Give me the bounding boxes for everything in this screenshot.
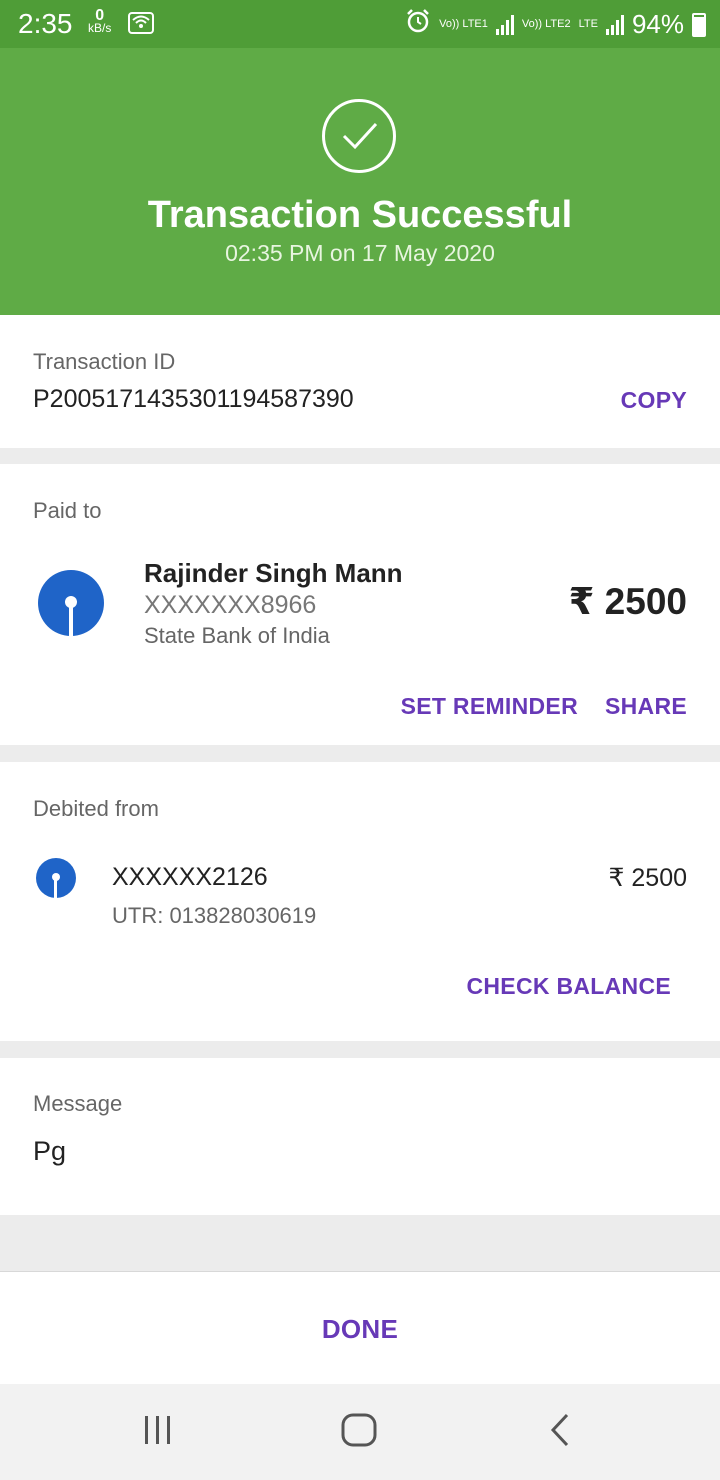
done-bar: DONE [0, 1271, 720, 1385]
transaction-id-label: Transaction ID [33, 349, 176, 374]
success-header: Transaction Successful 02:35 PM on 17 Ma… [0, 48, 720, 315]
signal-icon [495, 14, 514, 35]
check-circle-icon [322, 99, 396, 173]
system-nav-bar [0, 1384, 720, 1480]
set-reminder-button[interactable]: SET REMINDER [401, 693, 578, 720]
copy-button[interactable]: COPY [621, 387, 687, 414]
lte-label: LTE [578, 18, 598, 30]
status-bar: 2:35 0 kB/s Vo)) LTE1 Vo)) LTE2 LTE 94% [0, 0, 720, 48]
paid-amount: ₹ 2500 [568, 581, 687, 622]
status-icons: Vo)) LTE1 Vo)) LTE2 LTE 94% [405, 8, 706, 41]
back-icon[interactable] [548, 1412, 572, 1453]
status-time: 2:35 [18, 8, 73, 39]
home-icon[interactable] [340, 1412, 378, 1453]
paid-to-card: Paid to Rajinder Singh Mann XXXXXXX8966 … [0, 464, 720, 745]
message-text: Pg [33, 1136, 67, 1166]
debit-amount: ₹ 2500 [608, 864, 687, 892]
debit-account: XXXXXX2126 [112, 863, 268, 891]
sbi-logo-icon [38, 570, 104, 636]
alarm-icon [405, 8, 431, 41]
network-speed: 0 kB/s [88, 8, 112, 35]
recent-apps-icon[interactable] [142, 1414, 174, 1451]
payee-bank: State Bank of India [144, 623, 330, 648]
transaction-id-card: Transaction ID P2005171435301194587390 C… [0, 315, 720, 448]
transaction-id-value: P2005171435301194587390 [33, 385, 354, 413]
page-title: Transaction Successful [147, 194, 573, 236]
sbi-logo-icon [36, 858, 76, 898]
sim2-label: Vo)) LTE2 [521, 18, 571, 30]
payee-name: Rajinder Singh Mann [144, 558, 403, 588]
network-speed-unit: kB/s [88, 21, 112, 35]
signal-icon [605, 14, 624, 35]
share-button[interactable]: SHARE [605, 693, 687, 720]
wifi-icon [128, 12, 154, 34]
done-button[interactable]: DONE [0, 1314, 720, 1345]
message-label: Message [33, 1091, 123, 1116]
debited-from-card: Debited from XXXXXX2126 UTR: 01382803061… [0, 762, 720, 1041]
check-balance-button[interactable]: CHECK BALANCE [466, 973, 671, 1000]
battery-percent: 94% [631, 9, 684, 39]
battery-icon [692, 12, 706, 37]
debited-from-label: Debited from [33, 796, 159, 821]
message-card: Message Pg [0, 1058, 720, 1215]
transaction-datetime: 02:35 PM on 17 May 2020 [225, 240, 495, 266]
sim1-label: Vo)) LTE1 [439, 18, 488, 30]
payee-account: XXXXXXX8966 [144, 591, 317, 619]
paid-to-label: Paid to [33, 498, 102, 523]
utr-number: UTR: 013828030619 [112, 903, 317, 928]
